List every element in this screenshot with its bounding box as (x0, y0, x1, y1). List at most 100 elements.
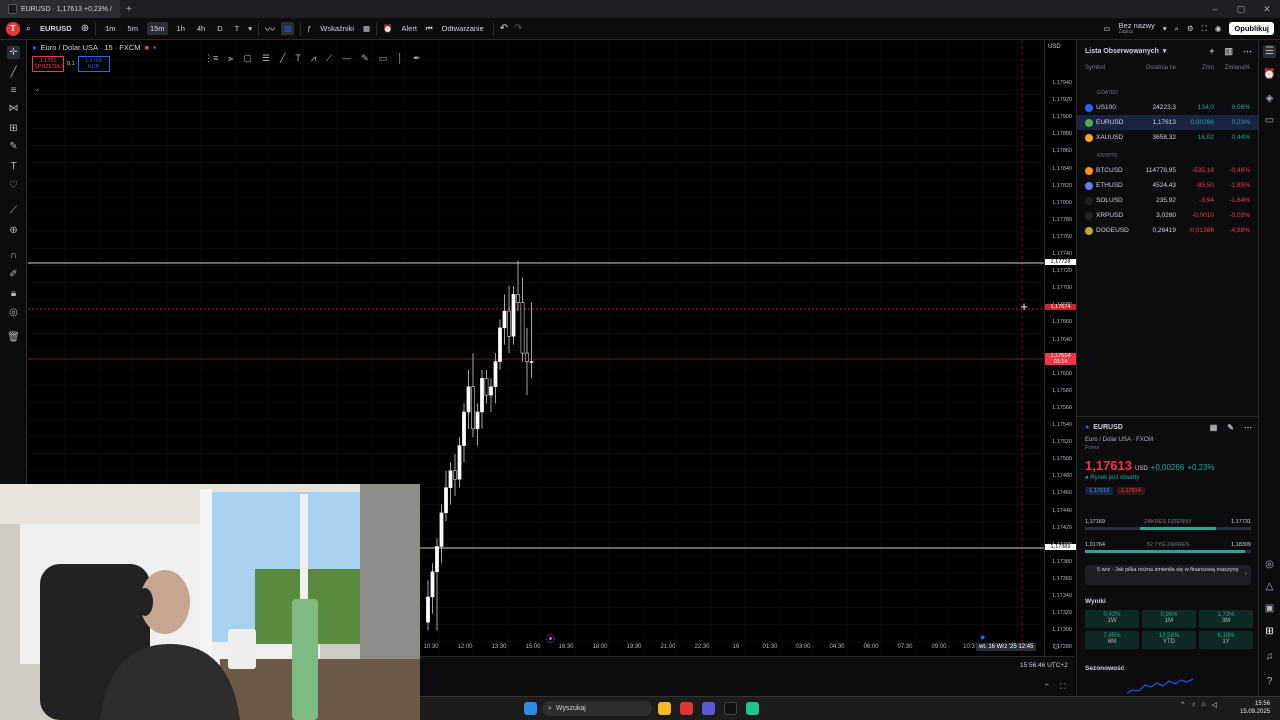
line-chart-icon[interactable]: 〰 (265, 21, 275, 36)
goto-realtime-icon[interactable]: ⊙ (1053, 642, 1060, 651)
triangle-icon[interactable]: △ (1263, 580, 1276, 593)
performance-cell[interactable]: 13,56% YTD (1142, 631, 1196, 649)
sell-button[interactable]: 1,1761 SPRZEDAJ (32, 56, 64, 72)
more-icon[interactable]: ⋯ (1244, 423, 1252, 432)
app-icon[interactable] (702, 702, 715, 715)
zoom-icon[interactable]: ⊕ (7, 224, 20, 237)
ray-icon[interactable]: ⟋ (326, 53, 332, 64)
user-avatar[interactable]: T (6, 21, 20, 36)
help-icon[interactable]: ? (1263, 675, 1276, 688)
legend-title[interactable]: Euro / Dolar USA · 15 · FXCM (41, 43, 141, 52)
crosshair-icon[interactable]: ✛ (7, 46, 20, 59)
news-item[interactable]: 5 wrz · Jak piłka nożna zmieniła się w f… (1085, 565, 1251, 585)
compare-add-icon[interactable]: ⊕ (81, 23, 89, 34)
watchlist-row[interactable]: BTCUSD 114778,95 -535,18 -0,46% (1077, 163, 1259, 178)
performance-cell[interactable]: 0,42% 1W (1085, 610, 1139, 628)
line-tool-icon[interactable]: ╱ (280, 53, 285, 64)
file-explorer-icon[interactable] (658, 702, 671, 715)
calendar-icon[interactable]: ▣ (1263, 602, 1276, 615)
bell-icon[interactable]: ♫ (1263, 650, 1276, 663)
close-icon[interactable]: ✕ (1254, 4, 1280, 15)
watchlist-row[interactable]: ETHUSD 4524,43 -85,50 -1,85% (1077, 178, 1259, 193)
more-icon[interactable]: ⋯ (1243, 46, 1252, 57)
ruler-icon[interactable]: ⟋ (7, 204, 20, 217)
rectangle-icon[interactable]: ▢ (243, 53, 252, 64)
layout-name[interactable]: Bez nazwy (1119, 21, 1155, 29)
watchlist-row[interactable]: XAUUSD 3658,32 16,02 0,44% (1077, 130, 1259, 145)
interval-1m[interactable]: 1m (102, 22, 118, 35)
text-icon[interactable]: T (7, 160, 20, 173)
chevron-up-icon[interactable]: ⌃ (1180, 701, 1186, 709)
trendline-icon[interactable]: ╱ (7, 66, 20, 79)
interval-5m[interactable]: 5m (125, 22, 141, 35)
brush-icon[interactable]: ✎ (7, 140, 20, 153)
search-icon[interactable]: ⌕ (26, 23, 31, 34)
col-change-pct[interactable]: Zmiana% (1214, 65, 1250, 71)
fullscreen-icon[interactable]: ⛶ (1202, 24, 1207, 34)
performance-cell[interactable]: 0,95% 1M (1142, 610, 1196, 628)
buy-button[interactable]: 1,1761 KUP (77, 56, 110, 72)
fib-retracement-icon[interactable]: ☰ (262, 53, 270, 64)
chevron-down-icon[interactable]: ▾ (248, 24, 252, 33)
flag-red-icon[interactable]: ■ (145, 43, 150, 52)
col-last[interactable]: Ostatnia ce (1130, 65, 1176, 71)
watchlist-title[interactable]: Lista Obserwowanych (1085, 48, 1159, 55)
edit-icon[interactable]: ✎ (1227, 423, 1234, 432)
settings-icon[interactable]: ⚙ (1187, 24, 1194, 33)
new-tab-icon[interactable]: + (126, 4, 132, 15)
interval-1h[interactable]: 1h (174, 22, 188, 35)
quick-search-icon[interactable]: ⌕ (1175, 24, 1179, 34)
watchlist-row[interactable]: XRPUSD 3,0280 -0,0010 -0,03% (1077, 208, 1259, 223)
heart-icon[interactable]: ♡ (7, 179, 20, 192)
publish-button[interactable]: Opublikuj (1229, 22, 1274, 35)
interval-15m[interactable]: 15m (146, 22, 168, 35)
performance-cell[interactable]: 1,73% 3M (1199, 610, 1253, 628)
apps-grid-icon[interactable]: ⊞ (1263, 625, 1276, 638)
col-change[interactable]: Zmn (1176, 65, 1214, 71)
watchlist-section-header[interactable]: GOATED (1077, 85, 1259, 100)
event-marker-icon[interactable]: ⦿ (546, 632, 555, 645)
grid-view-icon[interactable]: ▦ (1210, 423, 1218, 432)
taskbar-search[interactable]: ⌕ Wyszukaj (542, 701, 652, 716)
alert-button[interactable]: Alert (398, 22, 419, 35)
eye-icon[interactable]: ◎ (7, 306, 20, 319)
browser-tab[interactable]: EURUSD · 1,17613 +0,23% / Bez (0, 0, 120, 18)
collapse-legend-icon[interactable]: ⌃ (34, 88, 41, 97)
minimize-icon[interactable]: – (1202, 4, 1228, 15)
watchlist-row[interactable]: US100 24223,3 134,0 0,56% (1077, 100, 1259, 115)
layout-save[interactable]: Zapisz (1119, 29, 1155, 36)
symbol-search[interactable]: EURUSD (37, 22, 75, 35)
time-scale[interactable]: 10:30 12:00 13:30 15:00 16:30 18:00 19:30 21:00… (420, 632, 1060, 656)
watchlist-row[interactable]: EURUSD 1,17613 0,00266 0,23% (1077, 115, 1259, 130)
utc-clock[interactable]: 15:56:46 UTC+2 (1020, 662, 1068, 669)
watchlist-icon[interactable]: ☰ (1263, 45, 1276, 58)
network-icon[interactable]: ⌂ (1201, 701, 1205, 709)
interval-4h[interactable]: 4h (194, 22, 208, 35)
maximize-icon[interactable]: ▢ (1228, 4, 1254, 15)
layers-icon[interactable]: ◈ (1263, 92, 1276, 105)
forecast-icon[interactable]: ⊞ (7, 122, 20, 135)
performance-cell[interactable]: 7,45% 6M (1085, 631, 1139, 649)
add-symbol-icon[interactable]: + (1209, 46, 1214, 57)
taskbar-clock[interactable]: 15:56 15.09.2025 (1240, 700, 1270, 716)
price-scale[interactable]: USD 1,17940 1,17920 1,17900 1,17880 1,17860 1… (1044, 40, 1076, 656)
camera-icon[interactable]: ◉ (1215, 24, 1222, 33)
volume-icon[interactable]: ◁ (1212, 701, 1217, 709)
draw-mode-icon[interactable]: ✐ (7, 268, 20, 281)
currency-label[interactable]: USD (1048, 44, 1061, 50)
pattern-icon[interactable]: ⋈ (7, 102, 20, 115)
templates-icon[interactable]: ▦ (363, 24, 370, 33)
brave-browser-icon[interactable] (680, 702, 693, 715)
watchlist-row[interactable]: SOLUSD 235,92 -3,94 -1,64% (1077, 193, 1259, 208)
hline-icon[interactable]: — (342, 53, 351, 64)
interval-d[interactable]: D (214, 22, 225, 35)
trash-icon[interactable]: 🗑︎ (7, 331, 20, 344)
text-tool-icon[interactable]: T (295, 53, 301, 64)
economic-event-icon[interactable]: ● (980, 632, 985, 642)
brush-tool-icon[interactable]: ✎ (361, 53, 369, 64)
vline-icon[interactable]: │ (397, 53, 403, 64)
magnet-icon[interactable]: ∩ (7, 249, 20, 262)
mic-icon[interactable]: ♪ (1192, 701, 1196, 709)
chevron-up-icon[interactable]: ⌃ (1043, 682, 1051, 693)
watchlist-row[interactable]: DOGEUSD 0,26419 -0,01386 -4,98% (1077, 223, 1259, 238)
